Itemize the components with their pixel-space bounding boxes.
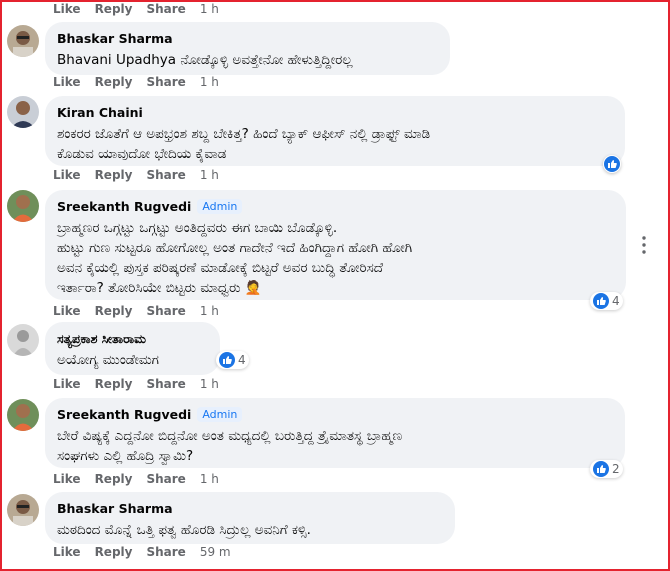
like-link[interactable]: Like: [53, 2, 81, 16]
reaction-summary[interactable]: 4: [216, 351, 249, 369]
share-link[interactable]: Share: [146, 2, 185, 16]
share-link[interactable]: Share: [146, 377, 185, 391]
reaction-count: 4: [238, 353, 246, 367]
share-link[interactable]: Share: [146, 168, 185, 182]
share-link[interactable]: Share: [146, 545, 185, 559]
author-name[interactable]: Kiran Chaini: [57, 105, 143, 120]
comment-text: ಮಠದಿಂದ ಮೊನ್ನೆ ಒತ್ತಿ ಫತ್ವ ಹೊರಡಿ ಸಿದ್ರುಲ್ಲ…: [57, 522, 311, 538]
author-name[interactable]: ಸತ್ಯಪ್ರಕಾಶ ಸೀತಾರಾಮ: [57, 331, 146, 347]
share-link[interactable]: Share: [146, 304, 185, 318]
admin-badge: Admin: [197, 199, 243, 214]
like-link[interactable]: Like: [53, 75, 81, 89]
comment-actions: Like Reply Share 59 m: [53, 545, 231, 559]
like-link[interactable]: Like: [53, 472, 81, 486]
like-reaction-icon: [593, 293, 609, 309]
reply-link[interactable]: Reply: [95, 75, 133, 89]
avatar[interactable]: [7, 25, 39, 57]
comment-text: ಬೇರೆ ವಿಷ್ಯಕ್ಕೆ ಎದ್ದನೋ ಬಿದ್ದನೋ ಅಂತ ಮಧ್ಯದಲ…: [57, 428, 403, 464]
comment-time[interactable]: 1 h: [200, 168, 219, 182]
comment-time[interactable]: 1 h: [200, 377, 219, 391]
comment-bubble: Bhaskar Sharma ಮಠದಿಂದ ಮೊನ್ನೆ ಒತ್ತಿ ಫತ್ವ …: [45, 492, 455, 544]
author-name[interactable]: Sreekanth Rugvedi: [57, 407, 191, 422]
share-link[interactable]: Share: [146, 472, 185, 486]
author-name[interactable]: Bhaskar Sharma: [57, 501, 173, 516]
comment-bubble: Kiran Chaini ಶಂಕರರ ಜೊತೆಗೆ ಆ ಅಪಭ್ರಂಶ ಶಬ್ದ…: [45, 96, 625, 166]
comment-actions: Like Reply Share 1 h: [53, 472, 219, 486]
comment-actions: Like Reply Share 1 h: [53, 168, 219, 182]
like-link[interactable]: Like: [53, 545, 81, 559]
comment-actions: Like Reply Share 1 h: [53, 2, 219, 16]
avatar[interactable]: [7, 324, 39, 356]
reply-link[interactable]: Reply: [95, 304, 133, 318]
admin-badge: Admin: [197, 407, 243, 422]
author-name[interactable]: Bhaskar Sharma: [57, 31, 173, 46]
avatar[interactable]: [7, 190, 39, 222]
like-link[interactable]: Like: [53, 377, 81, 391]
like-link[interactable]: Like: [53, 304, 81, 318]
reaction-summary[interactable]: 2: [590, 460, 623, 478]
share-link[interactable]: Share: [146, 75, 185, 89]
comment-actions: Like Reply Share 1 h: [53, 304, 219, 318]
comment-actions: Like Reply Share 1 h: [53, 377, 219, 391]
comment-text: ಬ್ರಾಹ್ಮಣರ ಒಗ್ಗಟ್ಟು ಒಗ್ಗಟ್ಟು ಅಂತಿದ್ದವರು ಈ…: [57, 220, 413, 296]
comment-time[interactable]: 1 h: [200, 75, 219, 89]
reply-link[interactable]: Reply: [95, 377, 133, 391]
comment-time[interactable]: 1 h: [200, 304, 219, 318]
comment-actions: Like Reply Share 1 h: [53, 75, 219, 89]
like-reaction-icon: [593, 461, 609, 477]
comment-time[interactable]: 59 m: [200, 545, 231, 559]
comment-text: ಅಯೋಗ್ಯ ಮುಂಡೇಮಗ: [57, 352, 159, 368]
comment-text: ಶಂಕರರ ಜೊತೆಗೆ ಆ ಅಪಭ್ರಂಶ ಶಬ್ದ ಬೇಕಿತ್ತ? ಹಿಂ…: [57, 126, 431, 162]
like-reaction-icon: [219, 352, 235, 368]
comment-time[interactable]: 1 h: [200, 2, 219, 16]
comment-bubble: Sreekanth Rugvedi Admin ಬ್ರಾಹ್ಮಣರ ಒಗ್ಗಟ್ಟ…: [45, 190, 626, 300]
author-name[interactable]: Sreekanth Rugvedi: [57, 199, 191, 214]
reaction-count: 4: [612, 294, 620, 308]
reaction-summary[interactable]: 4: [590, 292, 623, 310]
reaction-summary[interactable]: [603, 155, 621, 173]
comment-bubble: ಸತ್ಯಪ್ರಕಾಶ ಸೀತಾರಾಮ ಅಯೋಗ್ಯ ಮುಂಡೇಮಗ: [45, 322, 220, 375]
reply-link[interactable]: Reply: [95, 2, 133, 16]
reply-link[interactable]: Reply: [95, 545, 133, 559]
more-options-icon[interactable]: [642, 236, 646, 254]
comment-text: Bhavani Upadhya ನೋಡ್ಕೊಳ್ಳಿ ಅವತ್ತೇನೋ ಹೇಳು…: [57, 52, 353, 68]
comment-bubble: Bhaskar Sharma Bhavani Upadhya ನೋಡ್ಕೊಳ್ಳ…: [45, 22, 450, 75]
like-reaction-icon: [604, 156, 620, 172]
like-link[interactable]: Like: [53, 168, 81, 182]
reply-link[interactable]: Reply: [95, 168, 133, 182]
comment-bubble: Sreekanth Rugvedi Admin ಬೇರೆ ವಿಷ್ಯಕ್ಕೆ ಎದ…: [45, 398, 625, 468]
reply-link[interactable]: Reply: [95, 472, 133, 486]
reaction-count: 2: [612, 462, 620, 476]
mention-link[interactable]: Bhavani Upadhya: [57, 52, 176, 68]
avatar[interactable]: [7, 494, 39, 526]
avatar[interactable]: [7, 399, 39, 431]
comments-panel: Like Reply Share 1 h Bhaskar Sharma Bhav…: [0, 0, 670, 571]
comment-time[interactable]: 1 h: [200, 472, 219, 486]
avatar[interactable]: [7, 96, 39, 128]
